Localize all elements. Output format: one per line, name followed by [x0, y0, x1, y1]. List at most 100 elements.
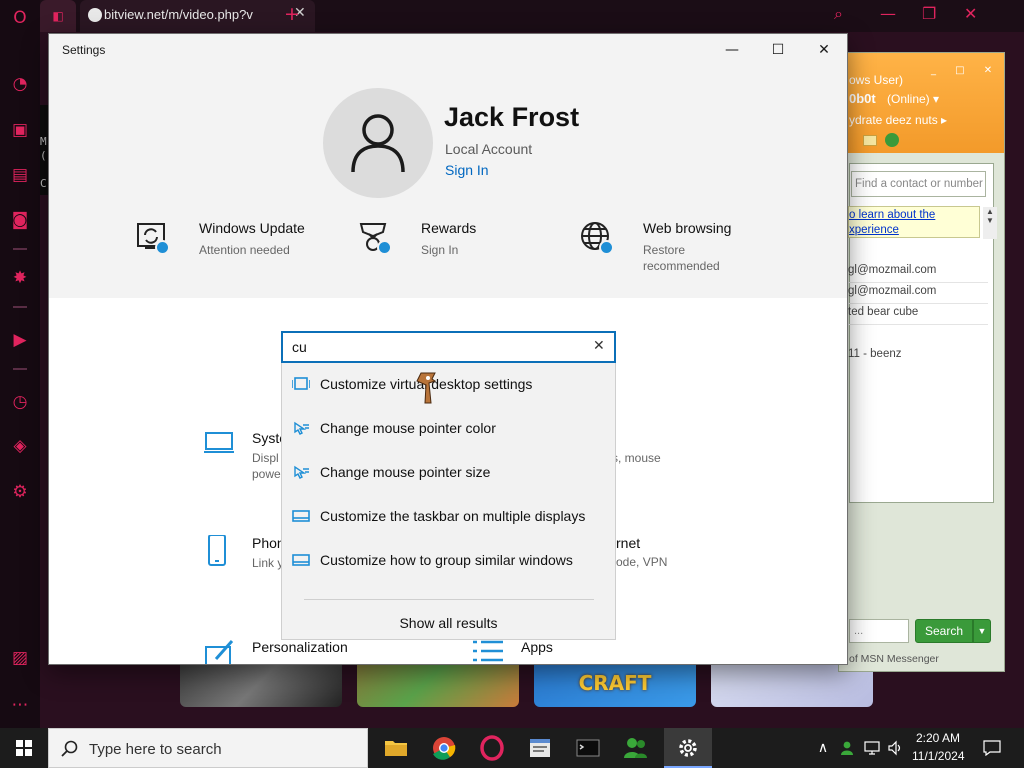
animated-cursor-icon: [416, 372, 437, 404]
shopping-bag-icon[interactable]: ▣: [10, 120, 30, 140]
search-result[interactable]: Customize how to group similar windows: [282, 539, 615, 583]
tile-title: Web browsing: [643, 220, 732, 236]
divider: [848, 324, 988, 325]
twitch-icon[interactable]: ▤: [10, 165, 30, 185]
opera-tabbar: ◧ bitview.net/m/video.php?v ✕ + ⌕ — ❐ ✕: [40, 0, 1024, 32]
search-result-label: Change mouse pointer color: [320, 420, 496, 436]
search-value: cu: [292, 339, 307, 355]
aria-icon[interactable]: ✸: [10, 268, 30, 288]
msn-personal-message[interactable]: ydrate deez nuts ▸: [849, 113, 947, 127]
msn-contact[interactable]: gl@mozmail.com: [848, 264, 936, 276]
divider: [848, 303, 988, 304]
mouse-pointer-icon: [294, 421, 309, 435]
more-icon[interactable]: ⋯: [10, 695, 30, 715]
speed-dial-icon[interactable]: ◔: [10, 74, 30, 94]
msn-messenger-icon[interactable]: [612, 728, 660, 768]
web-browsing-icon: [581, 222, 609, 250]
msn-search-input[interactable]: ...: [849, 619, 909, 643]
restore-icon[interactable]: ❐: [922, 4, 936, 23]
taskbar-search-box[interactable]: Type here to search: [48, 728, 368, 768]
settings-icon[interactable]: [664, 728, 712, 768]
windows-logo-icon: [16, 740, 32, 756]
window-title: Settings: [62, 43, 106, 57]
minimize-button[interactable]: —: [709, 34, 755, 66]
msn-toolbar-icons: [863, 133, 903, 149]
search-result[interactable]: Customize the taskbar on multiple displa…: [282, 495, 615, 539]
msn-tray-icon[interactable]: [836, 728, 858, 768]
msn-title: ows User): [849, 73, 904, 87]
close-icon[interactable]: ✕: [964, 4, 977, 23]
chevron-down-icon[interactable]: ▼: [973, 619, 991, 643]
settings-window: Settings — ☐ ✕ Jack Frost Local Account …: [48, 33, 848, 665]
history-icon[interactable]: ◷: [10, 392, 30, 412]
clear-search-icon[interactable]: ✕: [593, 338, 605, 354]
taskbar-icon: [292, 510, 310, 522]
msn-window-buttons[interactable]: _ □ ✕: [931, 65, 1000, 76]
msn-contact[interactable]: gl@mozmail.com: [848, 285, 936, 297]
category-title: Personalization: [252, 639, 348, 655]
msn-info-link[interactable]: o learn about the: [849, 209, 935, 221]
category-description-fragment: s, mouse: [612, 451, 661, 465]
msn-username[interactable]: 0b0t: [849, 91, 876, 106]
avatar[interactable]: [323, 88, 433, 198]
category-description-fragment: ode, VPN: [616, 555, 668, 569]
gallery-icon[interactable]: ▨: [10, 648, 30, 668]
instagram-icon[interactable]: ◙: [10, 210, 30, 230]
settings-icon[interactable]: ⚙: [10, 482, 30, 502]
clock-time[interactable]: 2:20 AM: [916, 731, 960, 745]
player-icon[interactable]: ▶: [10, 330, 30, 350]
tile-title: Windows Update: [199, 220, 305, 236]
msn-contact[interactable]: 11 - beenz: [848, 348, 902, 360]
close-button[interactable]: ✕: [801, 34, 847, 66]
category-description: Displ powe: [252, 450, 281, 482]
settings-search-input[interactable]: cu ✕: [281, 331, 616, 363]
new-tab-button[interactable]: +: [284, 3, 300, 25]
search-icon[interactable]: ⌕: [834, 4, 843, 24]
windows-update-icon: [137, 223, 165, 249]
show-all-results-button[interactable]: Show all results: [282, 615, 615, 631]
divider: [304, 599, 594, 600]
browser-tab[interactable]: bitview.net/m/video.php?v ✕: [80, 0, 315, 32]
file-explorer-icon[interactable]: [372, 728, 420, 768]
chevron-up-icon[interactable]: ∧: [812, 728, 834, 768]
cube-icon[interactable]: ◈: [10, 436, 30, 456]
search-suggestions: Customize virtual desktop settings Chang…: [281, 363, 616, 640]
search-result-label: Customize how to group similar windows: [320, 552, 573, 568]
msn-footer: of MSN Messenger: [849, 653, 939, 665]
category-title-fragment: rnet: [616, 535, 641, 551]
search-result[interactable]: Customize virtual desktop settings: [282, 363, 615, 407]
msn-contact-list: o learn about the xperience ▲ ▼ gl@mozmai…: [848, 163, 997, 503]
notification-icon[interactable]: [978, 728, 1006, 768]
volume-icon[interactable]: [884, 728, 906, 768]
search-result[interactable]: Change mouse pointer size: [282, 451, 615, 495]
sign-in-link[interactable]: Sign In: [445, 162, 489, 178]
msn-status[interactable]: (Online) ▾: [887, 92, 939, 106]
tile-subtitle-line: recommended: [643, 259, 720, 273]
clock-date[interactable]: 11/1/2024: [912, 749, 965, 763]
personalization-icon: [205, 640, 234, 664]
terminal-icon[interactable]: [564, 728, 612, 768]
user-icon: [351, 114, 405, 173]
notepad-icon[interactable]: [516, 728, 564, 768]
msn-info-link[interactable]: xperience: [849, 224, 899, 236]
search-result[interactable]: Change mouse pointer color: [282, 407, 615, 451]
msn-contact[interactable]: ted bear cube: [848, 306, 918, 318]
msn-banner-scroll[interactable]: ▲ ▼: [983, 207, 997, 239]
buddy-icon[interactable]: [885, 133, 899, 147]
network-icon[interactable]: [860, 728, 884, 768]
msn-find-contact-input[interactable]: Find a contact or number: [851, 171, 986, 197]
category-description-line: Displ: [252, 451, 279, 465]
mail-icon[interactable]: [863, 135, 877, 146]
opera-icon[interactable]: [468, 728, 516, 768]
game-tab-icon[interactable]: ◧: [40, 0, 76, 32]
msn-search-button[interactable]: Search: [915, 619, 973, 643]
search-result-label: Change mouse pointer size: [320, 464, 491, 480]
user-name: Jack Frost: [444, 102, 580, 132]
tab-title: bitview.net/m/video.php?v: [104, 7, 253, 22]
phone-icon: [208, 535, 226, 566]
minimize-icon[interactable]: —: [880, 4, 896, 23]
chrome-icon[interactable]: [420, 728, 468, 768]
start-button[interactable]: [0, 728, 48, 768]
opera-icon[interactable]: O: [10, 8, 30, 28]
maximize-button[interactable]: ☐: [755, 34, 801, 66]
